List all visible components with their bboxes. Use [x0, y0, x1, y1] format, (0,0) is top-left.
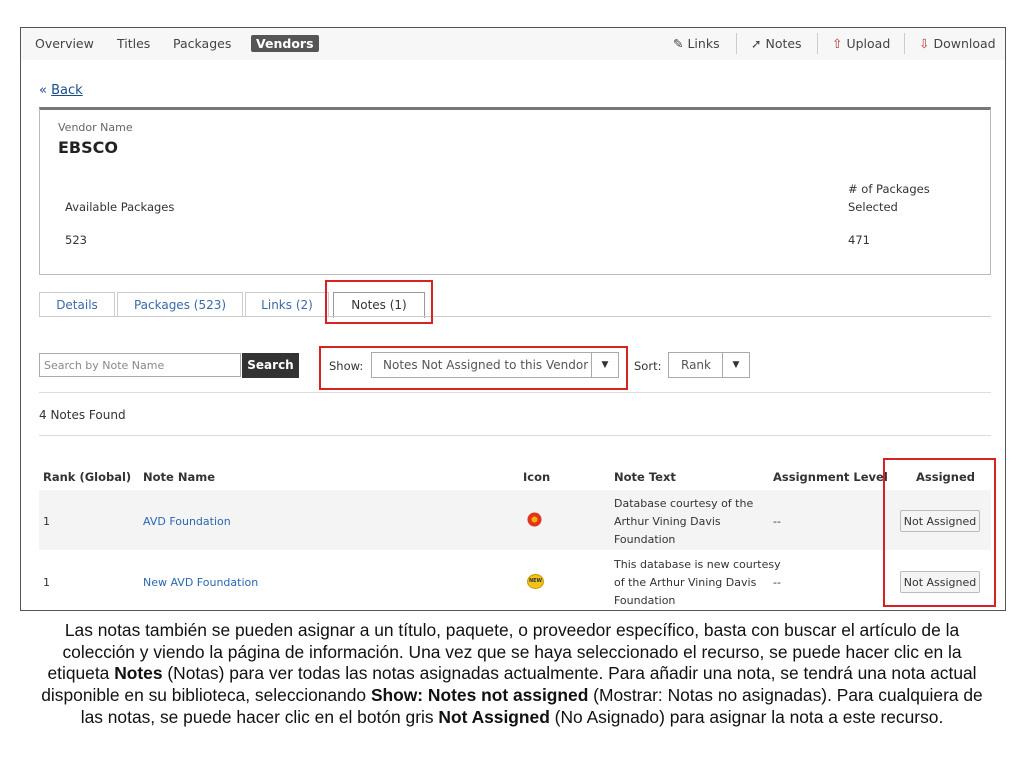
tabs-baseline: [39, 316, 991, 317]
notes-action[interactable]: ➚ Notes: [751, 36, 802, 51]
links-action-label: Links: [687, 36, 720, 51]
upload-action[interactable]: ⇧ Upload: [832, 36, 890, 51]
assignment-level: --: [773, 576, 781, 589]
available-packages-value: 523: [65, 233, 87, 247]
divider: [39, 392, 991, 393]
note-text: Database courtesy of the Arthur Vining D…: [614, 497, 754, 546]
vendor-name: EBSCO: [58, 138, 118, 157]
vendor-name-label: Vendor Name: [58, 121, 133, 134]
back-link[interactable]: « Back: [39, 83, 83, 98]
assignment-level: --: [773, 515, 781, 528]
top-nav: Overview Titles Packages Vendors ✎ Links…: [21, 28, 1005, 60]
col-icon: Icon: [523, 470, 551, 484]
show-dropdown-highlight: [319, 346, 628, 390]
available-packages-label: Available Packages: [65, 200, 175, 214]
col-note-name: Note Name: [143, 470, 215, 484]
new-badge-icon: NEW: [527, 574, 544, 589]
download-icon: ⇩: [919, 36, 930, 51]
pencil-icon: ✎: [673, 36, 684, 51]
tab-details[interactable]: Details: [39, 292, 115, 317]
divider: [39, 435, 991, 436]
note-text: This database is new courtesy of the Art…: [614, 558, 781, 607]
note-name-link[interactable]: New AVD Foundation: [143, 576, 258, 589]
back-arrow: «: [39, 83, 47, 98]
sort-dropdown-value: Rank: [681, 358, 711, 372]
links-action[interactable]: ✎ Links: [673, 36, 720, 51]
results-count: 4 Notes Found: [39, 408, 126, 422]
col-rank: Rank (Global): [43, 470, 132, 484]
red-flower-icon: [527, 512, 542, 527]
vendor-info-panel: Vendor Name EBSCO Available Packages 523…: [39, 107, 991, 275]
nav-titles[interactable]: Titles: [117, 36, 150, 51]
packages-selected-label-2: Selected: [848, 200, 898, 214]
sort-label: Sort:: [634, 359, 662, 373]
screenshot-frame: Overview Titles Packages Vendors ✎ Links…: [20, 27, 1006, 611]
packages-selected-value: 471: [848, 233, 870, 247]
tab-links[interactable]: Links (2): [245, 292, 329, 317]
nav-overview[interactable]: Overview: [35, 36, 94, 51]
note-icon: ➚: [751, 36, 762, 51]
search-input[interactable]: Search by Note Name: [39, 353, 241, 377]
notes-action-label: Notes: [765, 36, 802, 51]
caption-text: Las notas también se pueden asignar a un…: [41, 620, 983, 727]
col-note-text: Note Text: [614, 470, 676, 484]
download-action-label: Download: [933, 36, 996, 51]
nav-vendors[interactable]: Vendors: [251, 35, 319, 52]
upload-icon: ⇧: [832, 36, 843, 51]
notes-tab-highlight: [325, 280, 433, 324]
divider: [904, 33, 905, 54]
note-name-link[interactable]: AVD Foundation: [143, 515, 231, 528]
col-assignment-level: Assignment Level: [773, 470, 888, 484]
divider: [736, 33, 737, 54]
divider: [817, 33, 818, 54]
caret-down-icon[interactable]: ▼: [722, 353, 749, 377]
tab-packages[interactable]: Packages (523): [117, 292, 243, 317]
upload-action-label: Upload: [846, 36, 891, 51]
row-rank: 1: [43, 515, 50, 528]
nav-packages[interactable]: Packages: [173, 36, 231, 51]
row-rank: 1: [43, 576, 50, 589]
sort-dropdown[interactable]: Rank ▼: [668, 352, 750, 378]
packages-selected-label-1: # of Packages: [848, 182, 930, 196]
download-action[interactable]: ⇩ Download: [919, 36, 996, 51]
assigned-column-highlight: [883, 458, 996, 607]
search-button[interactable]: Search: [242, 353, 299, 378]
back-link-label[interactable]: Back: [51, 83, 83, 98]
